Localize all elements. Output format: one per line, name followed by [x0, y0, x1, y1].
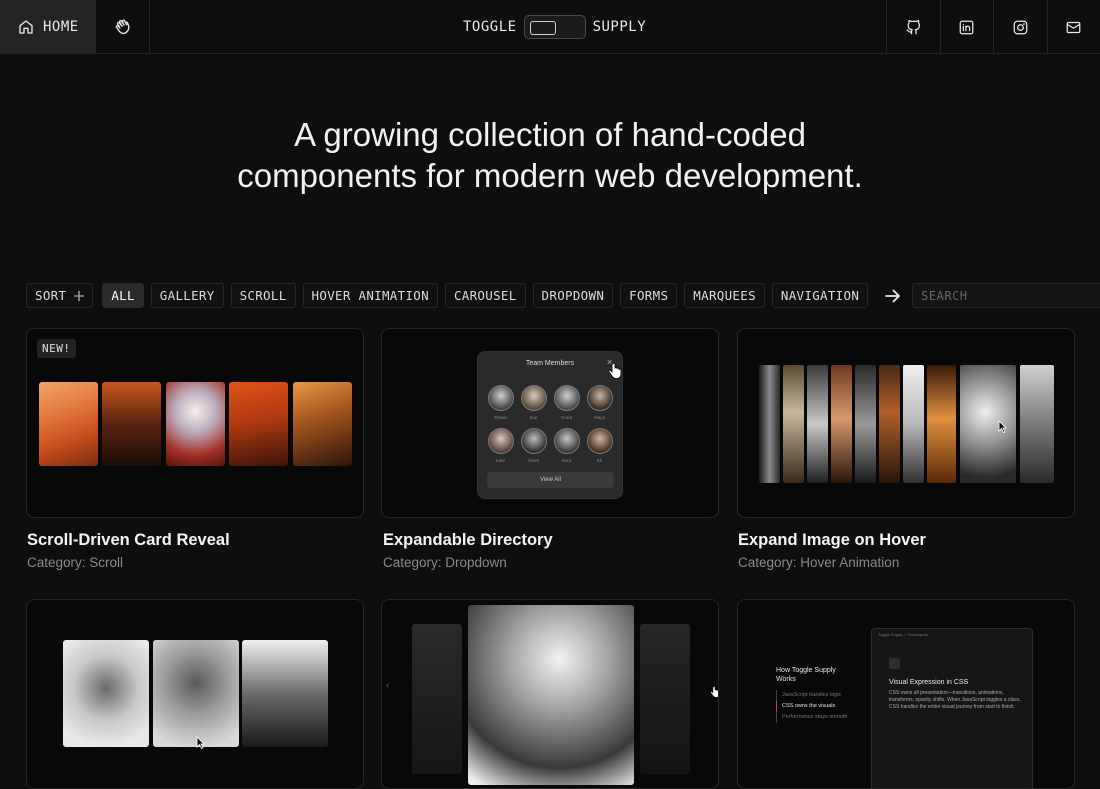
filter-chip-forms[interactable]: FORMS — [620, 283, 677, 308]
filter-chip-dropdown[interactable]: DROPDOWN — [533, 283, 614, 308]
member-avatar: Kate — [487, 428, 514, 463]
member-avatar: Grant — [553, 385, 580, 420]
brand-logo[interactable]: TOGGLE SUPPLY — [463, 0, 646, 54]
preview-image-strip — [783, 365, 804, 483]
plus-icon — [74, 291, 84, 301]
sort-label: SORT — [35, 288, 66, 303]
preview-image-strip — [759, 365, 780, 483]
card-expandable-directory[interactable]: Team Members ✕ Shawn Zoe Grant Maya Kate… — [381, 328, 719, 518]
brand-left: TOGGLE — [463, 19, 517, 35]
doc-icon — [889, 658, 900, 669]
instagram-icon — [1013, 20, 1028, 35]
preview-image-goggles — [166, 382, 225, 466]
preview-image-strip — [831, 365, 852, 483]
card-scroll-driven-reveal[interactable]: NEW! — [26, 328, 364, 518]
toggle-logo-icon — [524, 15, 586, 39]
preview-image-strip — [879, 365, 900, 483]
howto-heading: How Toggle Supply Works — [776, 666, 836, 684]
arrow-right-icon — [885, 289, 901, 303]
howto-step: JavaScript handles logic — [776, 690, 847, 701]
preview-image-main — [468, 605, 634, 785]
waving-hand-icon — [114, 18, 132, 36]
card-title[interactable]: Expand Image on Hover — [738, 531, 926, 550]
member-avatar: Shawn — [487, 385, 514, 420]
card-category: Category: Dropdown — [383, 555, 507, 570]
view-all-button: View All — [487, 472, 614, 488]
wave-button[interactable] — [96, 0, 150, 53]
search-input[interactable] — [921, 289, 1100, 303]
team-members-panel: Team Members ✕ Shawn Zoe Grant Maya Kate… — [477, 351, 623, 499]
github-icon — [906, 20, 921, 35]
preview-image-side — [412, 624, 462, 774]
instagram-link[interactable] — [993, 0, 1047, 54]
mail-icon — [1066, 20, 1081, 35]
github-link[interactable] — [886, 0, 940, 54]
filter-chip-marquees[interactable]: MARQUEES — [684, 283, 765, 308]
chevron-left-icon: ‹ — [386, 680, 389, 690]
howto-step: CSS owns the visuals — [776, 701, 847, 712]
panel-title: Team Members — [478, 360, 622, 367]
cursor-arrow-icon — [196, 736, 205, 749]
sort-button[interactable]: SORT — [26, 283, 93, 308]
card-title[interactable]: Scroll-Driven Card Reveal — [27, 531, 230, 550]
brand-right: SUPPLY — [593, 19, 647, 35]
member-avatar: Zoe — [520, 385, 547, 420]
card-image-carousel[interactable]: ‹ — [381, 599, 719, 789]
hero-heading: A growing collection of hand-coded compo… — [0, 114, 1100, 196]
preview-image-strip — [903, 365, 924, 483]
card-category: Category: Scroll — [27, 555, 123, 570]
member-avatar: Nora — [553, 428, 580, 463]
doc-body: CSS owns all presentation—transitions, a… — [889, 690, 1029, 711]
card-how-it-works[interactable]: How Toggle Supply Works JavaScript handl… — [737, 599, 1075, 789]
cursor-arrow-icon — [998, 420, 1007, 433]
home-label: HOME — [43, 19, 79, 35]
preview-image-portrait — [153, 640, 239, 747]
preview-image-strip — [927, 365, 956, 483]
linkedin-link[interactable] — [940, 0, 994, 54]
filter-chip-all[interactable]: ALL — [102, 283, 143, 308]
filter-chip-gallery[interactable]: GALLERY — [151, 283, 224, 308]
scroll-filters-button[interactable] — [885, 289, 901, 303]
search-box — [912, 283, 1100, 308]
preview-image-strip — [855, 365, 876, 483]
doc-panel: Toggle Supply > Techniques Visual Expres… — [871, 628, 1033, 789]
card-image-gallery[interactable] — [26, 599, 364, 789]
hand-pointer-icon — [710, 685, 719, 699]
preview-image-dancer — [63, 640, 149, 747]
preview-image-sprinters — [229, 382, 288, 466]
mail-link[interactable] — [1047, 0, 1100, 54]
doc-title: Visual Expression in CSS — [889, 679, 968, 686]
member-avatar: Owen — [520, 428, 547, 463]
linkedin-icon — [959, 20, 974, 35]
preview-image-strip — [1020, 365, 1054, 483]
doc-breadcrumb: Toggle Supply > Techniques — [878, 632, 928, 637]
home-icon — [18, 19, 34, 35]
preview-image-side — [640, 624, 690, 774]
member-avatar: Eli — [586, 428, 613, 463]
top-nav: HOME TOGGLE SUPPLY — [0, 0, 1100, 54]
card-title[interactable]: Expandable Directory — [383, 531, 553, 550]
filter-chip-navigation[interactable]: NAVIGATION — [772, 283, 868, 308]
preview-image-forest — [242, 640, 328, 747]
preview-image-strip-expanded — [960, 365, 1016, 483]
card-category: Category: Hover Animation — [738, 555, 899, 570]
preview-image-runners — [102, 382, 161, 466]
hero-line-2: components for modern web development. — [237, 157, 863, 194]
filter-bar: SORT ALL GALLERY SCROLL HOVER ANIMATION … — [26, 283, 1076, 308]
hand-pointer-icon — [608, 363, 622, 379]
preview-image-strip — [807, 365, 828, 483]
preview-image-motion — [293, 382, 352, 466]
howto-step: Performance stays smooth — [776, 712, 847, 723]
member-avatar: Maya — [586, 385, 613, 420]
social-links — [886, 0, 1100, 54]
hero-line-1: A growing collection of hand-coded — [294, 116, 806, 153]
filter-chip-carousel[interactable]: CAROUSEL — [445, 283, 526, 308]
new-badge: NEW! — [37, 339, 76, 358]
howto-steps: JavaScript handles logic CSS owns the vi… — [776, 690, 847, 723]
filter-chip-scroll[interactable]: SCROLL — [231, 283, 296, 308]
card-expand-image-hover[interactable] — [737, 328, 1075, 518]
preview-image-tennis — [39, 382, 98, 466]
home-link[interactable]: HOME — [0, 0, 96, 53]
filter-chip-hover-animation[interactable]: HOVER ANIMATION — [303, 283, 438, 308]
